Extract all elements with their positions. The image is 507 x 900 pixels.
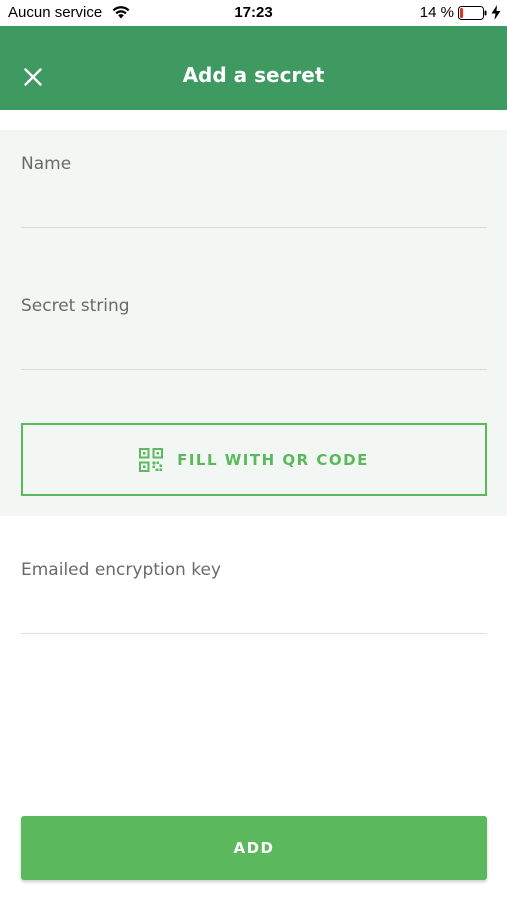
name-label: Name <box>21 154 72 174</box>
qr-code-icon <box>139 447 164 472</box>
encryption-key-label: Emailed encryption key <box>21 560 221 580</box>
encryption-key-input[interactable] <box>21 598 487 634</box>
battery-icon <box>458 6 487 20</box>
charging-bolt-icon <box>491 5 501 20</box>
encryption-key-field: Emailed encryption key <box>21 560 487 634</box>
name-field: Name <box>21 154 487 228</box>
fill-with-qr-code-button[interactable]: FILL WITH QR CODE <box>21 423 487 496</box>
secret-string-input[interactable] <box>21 334 487 370</box>
app-bar: Add a secret <box>0 26 507 110</box>
page-title: Add a secret <box>182 63 325 87</box>
status-bar: Aucun service 17:23 14 % <box>0 0 507 26</box>
battery-percentage: 14 % <box>419 4 454 21</box>
secret-string-field: Secret string <box>21 296 487 370</box>
secret-string-label: Secret string <box>21 296 130 316</box>
fill-with-qr-code-label: FILL WITH QR CODE <box>177 450 369 469</box>
secret-form-section: Name Secret string FILL WITH QR CODE <box>0 130 507 516</box>
name-input[interactable] <box>21 192 487 228</box>
add-button[interactable]: ADD <box>21 816 487 880</box>
